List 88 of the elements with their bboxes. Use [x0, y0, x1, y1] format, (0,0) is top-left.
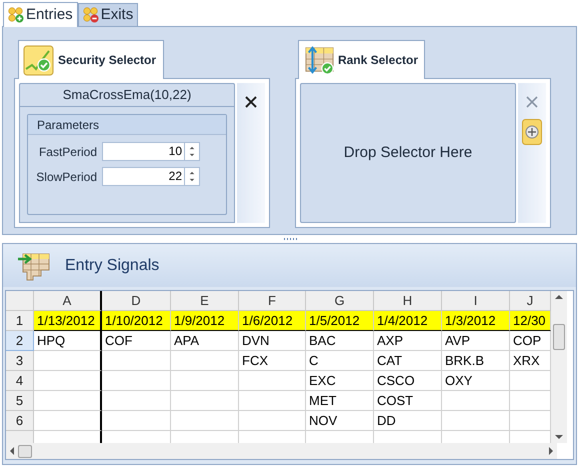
- table-cell: 1/4/2012: [374, 311, 442, 331]
- table-cell: 12/30: [510, 311, 551, 331]
- table-cell: 1/5/2012: [306, 311, 374, 331]
- table-cell: 1/9/2012: [171, 311, 239, 331]
- column-header[interactable]: I: [442, 291, 510, 311]
- table-cell: C: [306, 351, 374, 371]
- scroll-thumb[interactable]: [18, 444, 32, 458]
- table-cell: [442, 391, 510, 411]
- table-arrow-icon: [305, 44, 335, 76]
- scroll-down-icon[interactable]: [555, 435, 563, 440]
- table-cell: AVP: [442, 331, 510, 351]
- scroll-right-icon[interactable]: [549, 447, 554, 455]
- selector-title: Rank Selector: [338, 52, 418, 69]
- number-field[interactable]: 22: [102, 167, 200, 186]
- close-icon[interactable]: [244, 95, 258, 109]
- scroll-thumb[interactable]: [553, 324, 565, 350]
- row-header[interactable]: 1: [6, 311, 34, 331]
- tab[interactable]: Exits: [78, 3, 138, 26]
- section-title: Entry Signals: [65, 256, 160, 276]
- table-cell: CAT: [374, 351, 442, 371]
- table-cell: EXC: [306, 371, 374, 391]
- table-cell: DVN: [239, 331, 306, 351]
- move-icon[interactable]: [522, 119, 542, 145]
- chart-check-icon: [23, 44, 54, 76]
- column-header[interactable]: J: [510, 291, 551, 311]
- selector-tab[interactable]: Rank Selector: [298, 40, 425, 79]
- table-cell: APA: [171, 331, 239, 351]
- table-cell: [510, 411, 551, 431]
- table-cell: [171, 371, 239, 391]
- drop-zone[interactable]: Drop Selector Here: [300, 83, 516, 223]
- table-cell: 1/6/2012: [239, 311, 306, 331]
- table-cell: COF: [102, 331, 171, 351]
- column-header[interactable]: G: [306, 291, 374, 311]
- table-cell: [239, 411, 306, 431]
- column-header[interactable]: A: [34, 291, 102, 311]
- vertical-scrollbar[interactable]: [551, 291, 567, 443]
- scroll-left-icon[interactable]: [9, 447, 14, 455]
- selector-name: SmaCrossEma(10,22): [19, 83, 235, 107]
- table-cell: COP: [510, 331, 551, 351]
- column-header[interactable]: E: [171, 291, 239, 311]
- table-cell: AXP: [374, 331, 442, 351]
- tab[interactable]: Entries: [3, 2, 78, 27]
- table-cell: 1/10/2012: [102, 311, 171, 331]
- remove-icon: [82, 7, 99, 23]
- column-header[interactable]: H: [374, 291, 442, 311]
- table-cell: [442, 411, 510, 431]
- table-cell: 1/13/2012: [34, 311, 102, 331]
- selector-title: Security Selector: [58, 52, 156, 69]
- table-cell: [102, 411, 171, 431]
- table-cell: BAC: [306, 331, 374, 351]
- table-cell: BRK.B: [442, 351, 510, 371]
- table-cell: [510, 371, 551, 391]
- table-cell: [102, 371, 171, 391]
- row-header[interactable]: 3: [6, 351, 34, 371]
- table-cell: CSCO: [374, 371, 442, 391]
- table-cell: [510, 391, 551, 411]
- table-cell: HPQ: [34, 331, 102, 351]
- scroll-up-icon[interactable]: [555, 294, 563, 299]
- table-cell: FCX: [239, 351, 306, 371]
- number-field[interactable]: 10: [102, 142, 200, 161]
- row-header[interactable]: 4: [6, 371, 34, 391]
- table-cell: [102, 351, 171, 371]
- corner-cell[interactable]: [6, 291, 34, 311]
- table-cell: [239, 371, 306, 391]
- table-cell: COST: [374, 391, 442, 411]
- column-header[interactable]: D: [102, 291, 171, 311]
- table-cell: OXY: [442, 371, 510, 391]
- table-cell: [171, 391, 239, 411]
- table-cell: [102, 391, 171, 411]
- selector-tab[interactable]: Security Selector: [18, 40, 164, 79]
- table-cell: [171, 351, 239, 371]
- table-cell: NOV: [306, 411, 374, 431]
- parameter-label: FastPeriod: [38, 144, 98, 160]
- row-header[interactable]: 2: [6, 331, 34, 351]
- table-cell: [239, 391, 306, 411]
- parameters-title: Parameters: [28, 115, 226, 135]
- table-cell: XRX: [510, 351, 551, 371]
- row-header[interactable]: 6: [6, 411, 34, 431]
- table-cell: DD: [374, 411, 442, 431]
- table-arrow-icon: [17, 250, 51, 280]
- horizontal-scrollbar[interactable]: [6, 443, 557, 459]
- add-icon: [8, 7, 24, 23]
- parameter-label: SlowPeriod: [35, 168, 98, 186]
- row-header[interactable]: 5: [6, 391, 34, 411]
- table-cell: 1/3/2012: [442, 311, 510, 331]
- table-cell: MET: [306, 391, 374, 411]
- column-header[interactable]: F: [239, 291, 306, 311]
- table-cell: [171, 411, 239, 431]
